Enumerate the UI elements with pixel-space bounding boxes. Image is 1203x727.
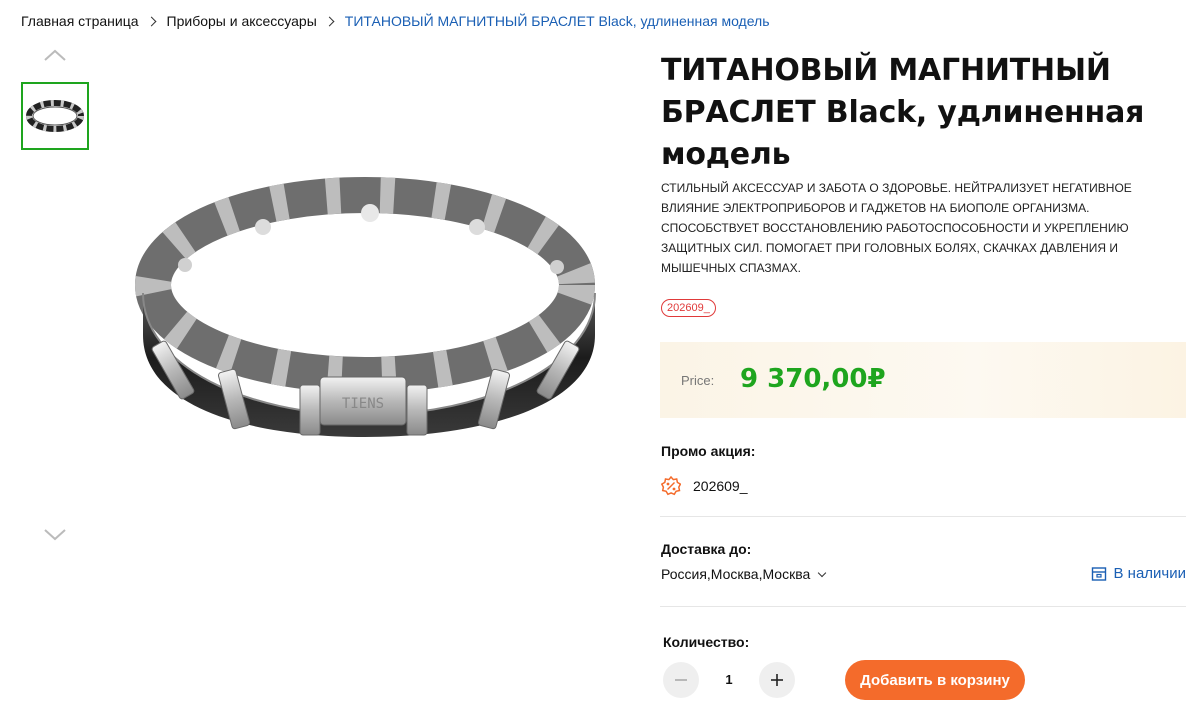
promo-item-label: 202609_ xyxy=(693,478,748,494)
product-description: Стильный аксессуар и забота о здоровье. … xyxy=(661,181,1132,275)
percent-badge-icon xyxy=(660,475,682,496)
promo-title: Промо акция: xyxy=(661,443,756,459)
gallery-up-icon[interactable] xyxy=(44,48,66,62)
breadcrumb-home-link[interactable]: Главная страница xyxy=(21,13,139,29)
chevron-right-icon xyxy=(146,16,156,26)
chevron-down-icon xyxy=(818,568,827,577)
delivery-title: Доставка до: xyxy=(661,541,752,557)
quantity-decrease-button[interactable] xyxy=(663,662,699,698)
promo-item[interactable]: 202609_ xyxy=(660,475,748,496)
breadcrumb: Главная страница Приборы и аксессуары ТИ… xyxy=(21,13,770,29)
chevron-right-icon xyxy=(324,16,335,26)
breadcrumb-current: ТИТАНОВЫЙ МАГНИТНЫЙ БРАСЛЕТ Black, удлин… xyxy=(344,13,770,29)
quantity-input[interactable] xyxy=(699,662,759,698)
product-code-badge: 202609_ xyxy=(661,299,716,317)
bracelet-engraving: TIENS xyxy=(342,396,384,412)
stock-status-label: В наличии xyxy=(1113,565,1186,582)
delivery-location-select[interactable]: Россия,Москва,Москва xyxy=(661,566,827,582)
divider xyxy=(660,606,1186,607)
minus-icon xyxy=(675,679,687,681)
box-icon xyxy=(1091,566,1107,582)
product-main-image: TIENS xyxy=(125,165,610,445)
divider xyxy=(660,516,1186,517)
stock-status: В наличии xyxy=(1091,565,1186,582)
gallery-thumbnail[interactable] xyxy=(21,82,89,150)
delivery-location-value: Россия,Москва,Москва xyxy=(661,566,811,582)
plus-icon xyxy=(771,674,783,686)
product-title: ТИТАНОВЫЙ МАГНИТНЫЙ БРАСЛЕТ Black, удлин… xyxy=(661,53,1145,172)
price-box: Price: 9 370,00₽ xyxy=(660,342,1186,418)
quantity-increase-button[interactable] xyxy=(759,662,795,698)
add-to-cart-button[interactable]: Добавить в корзину xyxy=(845,660,1025,700)
price-value: 9 370,00₽ xyxy=(740,364,886,394)
quantity-title: Количество: xyxy=(663,634,750,650)
gallery-down-icon[interactable] xyxy=(44,528,66,542)
breadcrumb-category-link[interactable]: Приборы и аксессуары xyxy=(167,13,317,29)
price-label: Price: xyxy=(681,373,715,388)
thumbnail-bracelet-image xyxy=(26,100,84,132)
